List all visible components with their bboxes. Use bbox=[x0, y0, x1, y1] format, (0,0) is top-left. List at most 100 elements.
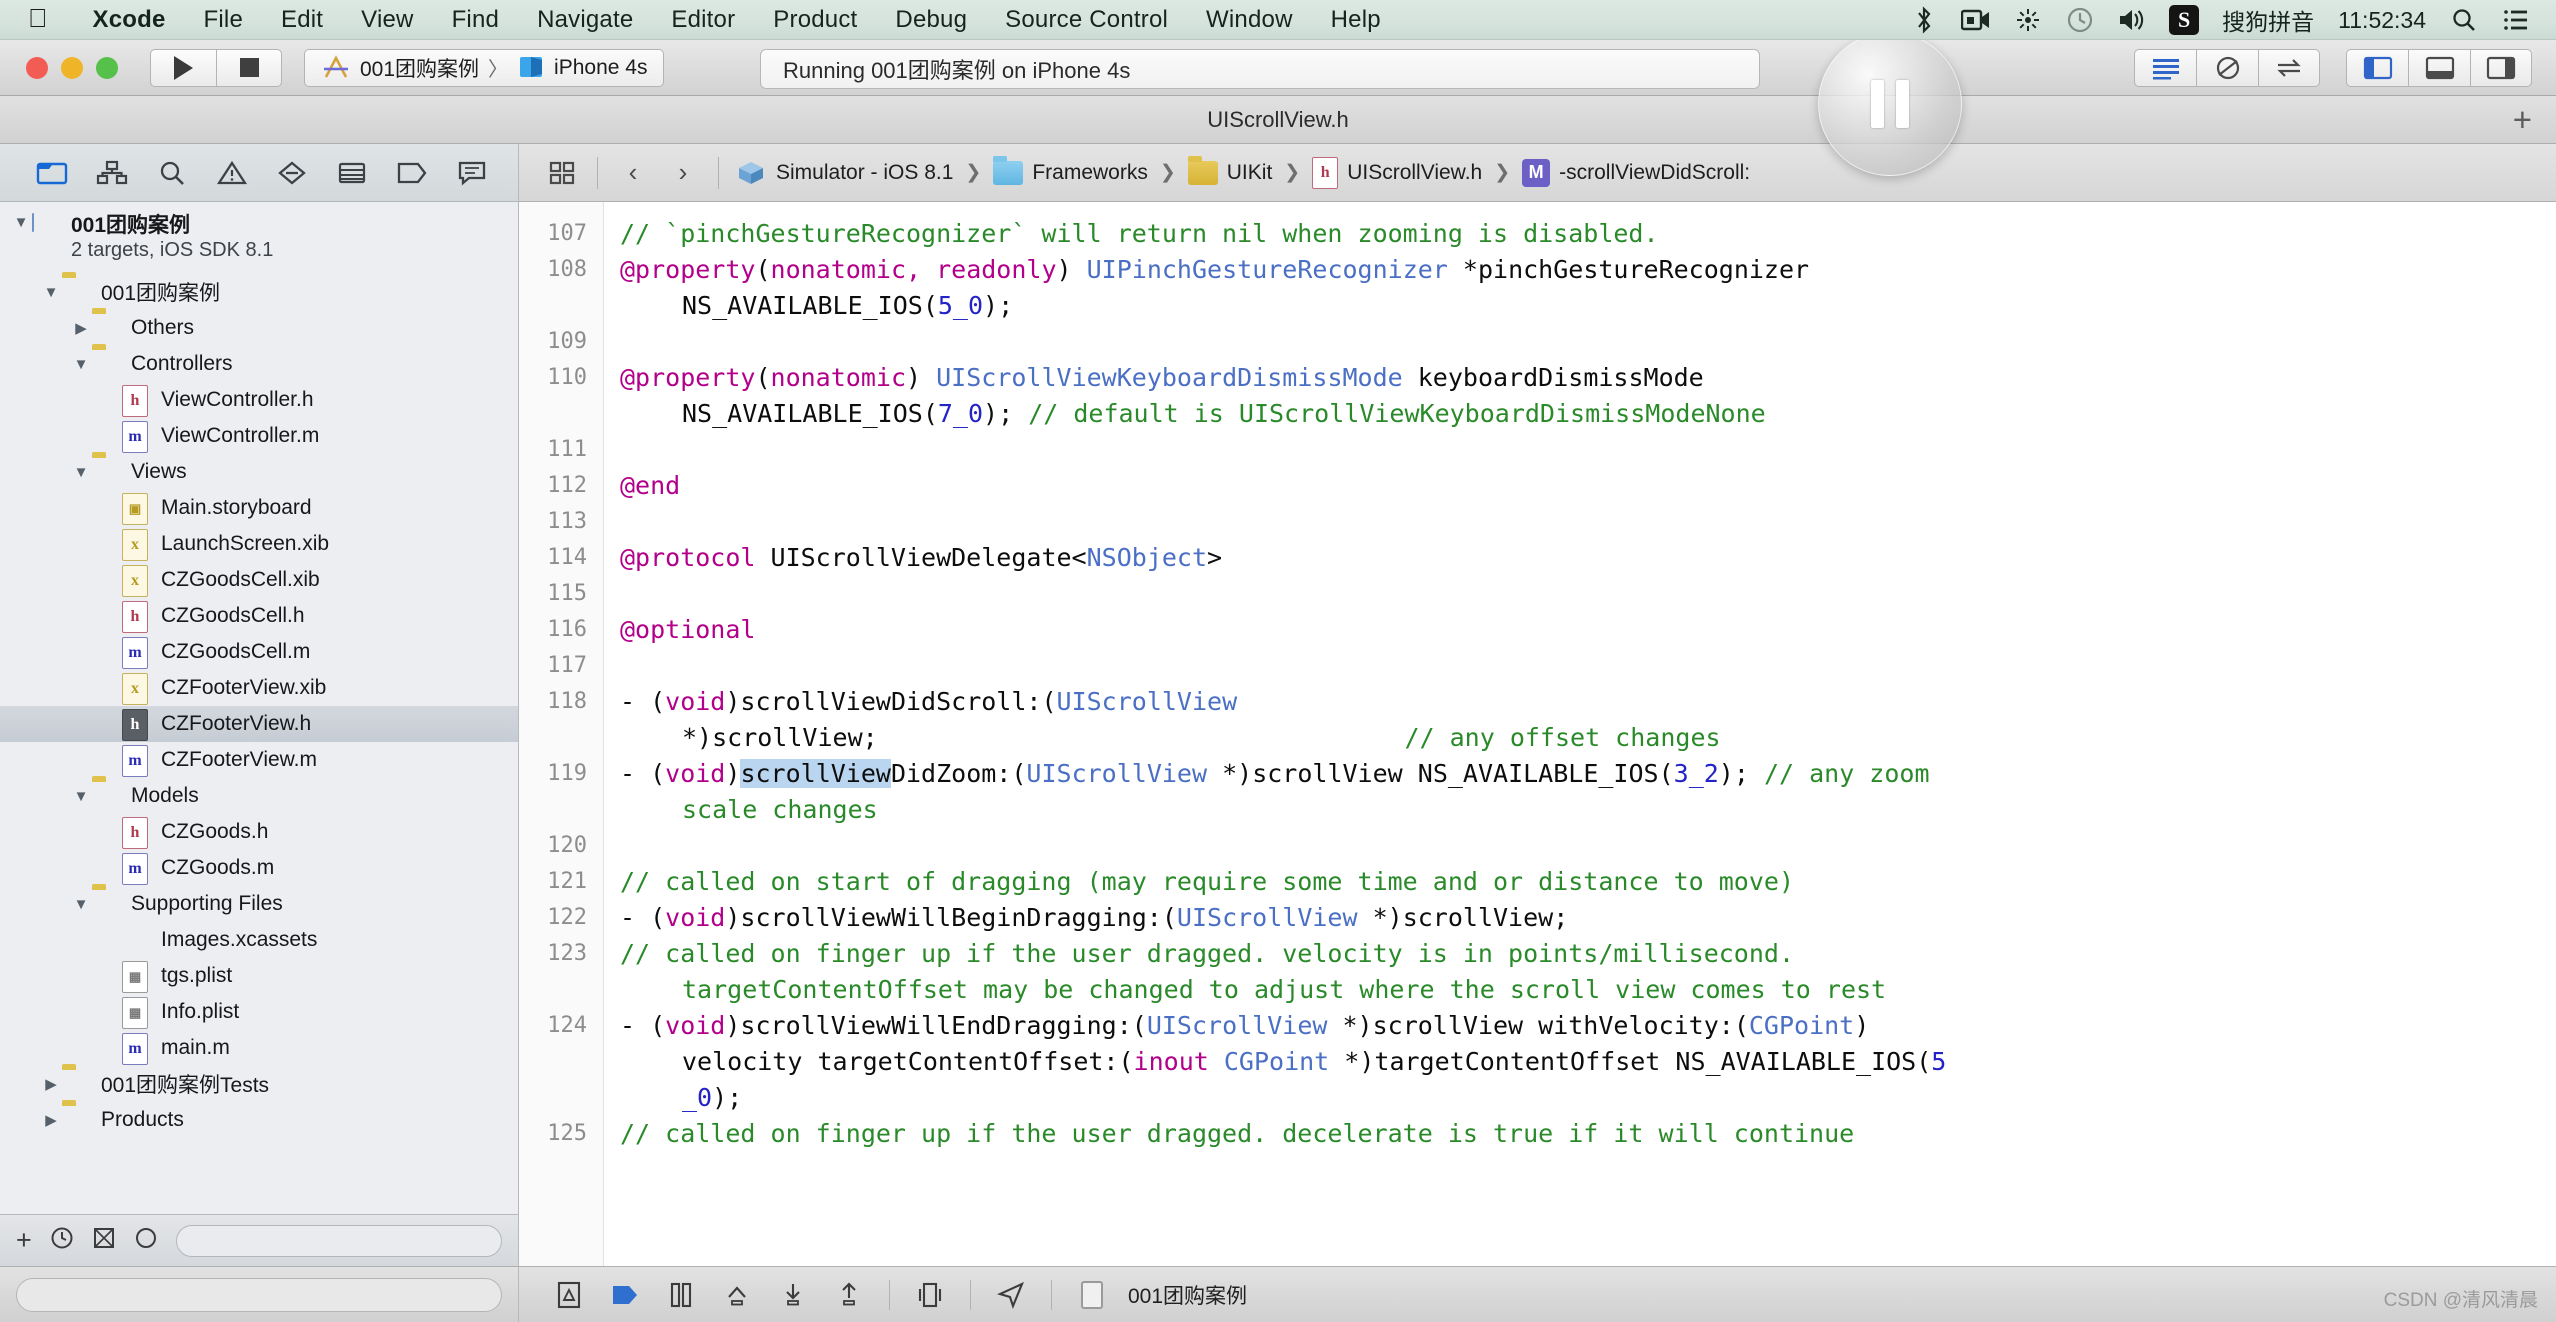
clock[interactable]: 11:52:34 bbox=[2326, 7, 2438, 34]
add-file-icon[interactable]: + bbox=[16, 1225, 32, 1256]
tree-row[interactable]: ▼ 001团购案例 2 targets, iOS SDK 8.1 bbox=[0, 212, 518, 274]
pause-icon[interactable] bbox=[653, 1273, 709, 1317]
screen-recording-icon[interactable] bbox=[1950, 0, 2002, 40]
step-into-icon[interactable] bbox=[765, 1273, 821, 1317]
menu-source-control[interactable]: Source Control bbox=[986, 6, 1187, 34]
disclosure-triangle[interactable]: ▼ bbox=[70, 464, 92, 481]
close-window-button[interactable] bbox=[26, 56, 48, 79]
tree-row[interactable]: h CZGoodsCell.h bbox=[0, 598, 518, 634]
sidebar-item-symbol-navigator[interactable] bbox=[82, 151, 142, 195]
code-line[interactable]: NS_AVAILABLE_IOS(5_0); bbox=[620, 288, 2556, 324]
code-line[interactable]: *)scrollView; // any offset changes bbox=[620, 720, 2556, 756]
menu-view[interactable]: View bbox=[342, 6, 432, 34]
code-line[interactable]: // `pinchGestureRecognizer` will return … bbox=[620, 216, 2556, 252]
simulate-location-icon[interactable] bbox=[983, 1273, 1039, 1317]
sidebar-item-test-navigator[interactable] bbox=[262, 151, 322, 195]
tree-row[interactable]: ▼ Views bbox=[0, 454, 518, 490]
breakpoint-icon[interactable] bbox=[541, 1273, 597, 1317]
standard-editor-button[interactable] bbox=[2134, 49, 2196, 87]
tree-row[interactable]: ▼ Supporting Files bbox=[0, 886, 518, 922]
tree-row[interactable]: m CZGoodsCell.m bbox=[0, 634, 518, 670]
stop-button[interactable] bbox=[216, 48, 282, 87]
code-line[interactable] bbox=[620, 324, 2556, 360]
toggle-debug-area-button[interactable] bbox=[2408, 49, 2470, 87]
menu-editor[interactable]: Editor bbox=[652, 6, 754, 34]
apple-logo-icon[interactable]:  bbox=[28, 5, 48, 31]
source-control-filter-icon[interactable] bbox=[92, 1226, 116, 1255]
breadcrumb-uikit[interactable]: UIKit bbox=[1182, 155, 1279, 185]
breadcrumb-file[interactable]: h UIScrollView.h bbox=[1306, 156, 1488, 189]
menu-edit[interactable]: Edit bbox=[262, 6, 342, 34]
code-line[interactable]: @property(nonatomic) UIScrollViewKeyboar… bbox=[620, 360, 2556, 396]
time-machine-icon[interactable] bbox=[2054, 0, 2106, 40]
navigate-back-button[interactable]: ‹ bbox=[608, 151, 658, 195]
code-line[interactable]: @property(nonatomic, readonly) UIPinchGe… bbox=[620, 252, 2556, 288]
code-line[interactable]: @end bbox=[620, 468, 2556, 504]
disclosure-triangle[interactable]: ▼ bbox=[70, 356, 92, 373]
scheme-selector[interactable]: 001团购案例 〉 iPhone 4s bbox=[304, 48, 665, 87]
disclosure-triangle[interactable]: ▼ bbox=[40, 284, 62, 301]
input-method-label[interactable]: 搜狗拼音 bbox=[2210, 3, 2326, 37]
breadcrumb-frameworks[interactable]: Frameworks bbox=[987, 155, 1154, 185]
tree-row[interactable]: x LaunchScreen.xib bbox=[0, 526, 518, 562]
code-line[interactable]: _0); bbox=[620, 1080, 2556, 1116]
menu-file[interactable]: File bbox=[185, 6, 262, 34]
code-line[interactable] bbox=[620, 648, 2556, 684]
recent-files-filter-icon[interactable] bbox=[50, 1226, 74, 1255]
disclosure-triangle[interactable]: ▼ bbox=[70, 788, 92, 805]
tree-row[interactable]: ▶ Products bbox=[0, 1102, 518, 1138]
add-editor-button[interactable]: + bbox=[2513, 103, 2532, 136]
bluetooth-icon[interactable] bbox=[1898, 0, 1950, 40]
tree-row[interactable]: m ViewController.m bbox=[0, 418, 518, 454]
tree-row[interactable]: x CZFooterView.xib bbox=[0, 670, 518, 706]
run-button[interactable] bbox=[150, 48, 216, 87]
volume-icon[interactable] bbox=[2106, 0, 2158, 40]
breadcrumb-method[interactable]: M -scrollViewDidScroll: bbox=[1516, 158, 1756, 187]
code-line[interactable]: - (void)scrollViewWillBeginDragging:(UIS… bbox=[620, 900, 2556, 936]
debug-filter-input[interactable] bbox=[16, 1277, 502, 1312]
unsaved-filter-icon[interactable] bbox=[134, 1226, 158, 1255]
code-line[interactable]: velocity targetContentOffset:(inout CGPo… bbox=[620, 1044, 2556, 1080]
disclosure-triangle[interactable]: ▼ bbox=[70, 896, 92, 913]
notification-center-icon[interactable] bbox=[2490, 0, 2542, 40]
input-method-badge[interactable]: S bbox=[2158, 0, 2210, 40]
minimize-window-button[interactable] bbox=[61, 56, 83, 79]
menu-product[interactable]: Product bbox=[754, 6, 876, 34]
navigate-forward-button[interactable]: › bbox=[658, 151, 708, 195]
sidebar-item-report-navigator[interactable] bbox=[442, 151, 502, 195]
sidebar-item-issue-navigator[interactable] bbox=[202, 151, 262, 195]
tree-row[interactable]: ▶ 001团购案例Tests bbox=[0, 1066, 518, 1102]
zoom-window-button[interactable] bbox=[96, 56, 118, 79]
view-hierarchy-icon[interactable] bbox=[902, 1273, 958, 1317]
version-editor-button[interactable] bbox=[2258, 49, 2320, 87]
step-out-icon[interactable] bbox=[821, 1273, 877, 1317]
code-line[interactable] bbox=[620, 828, 2556, 864]
tree-row[interactable]: ▶ Others bbox=[0, 310, 518, 346]
tree-row[interactable]: x CZGoodsCell.xib bbox=[0, 562, 518, 598]
menu-help[interactable]: Help bbox=[1312, 6, 1400, 34]
scheme-thumb-icon[interactable] bbox=[1064, 1273, 1120, 1317]
assistant-editor-button[interactable] bbox=[2196, 49, 2258, 87]
tree-row[interactable]: ▼ Controllers bbox=[0, 346, 518, 382]
tree-row[interactable]: m CZGoods.m bbox=[0, 850, 518, 886]
menu-window[interactable]: Window bbox=[1187, 6, 1312, 34]
code-line[interactable]: @protocol UIScrollViewDelegate<NSObject> bbox=[620, 540, 2556, 576]
code-line[interactable] bbox=[620, 432, 2556, 468]
tree-row[interactable]: ▼ Models bbox=[0, 778, 518, 814]
sidebar-item-debug-navigator[interactable] bbox=[322, 151, 382, 195]
tree-row[interactable]: ▼ 001团购案例 bbox=[0, 274, 518, 310]
disclosure-triangle[interactable]: ▶ bbox=[70, 319, 92, 337]
disclosure-triangle[interactable]: ▶ bbox=[40, 1111, 62, 1129]
source-editor[interactable]: 107 108 109 110 111 112 113 114 115 116 117 118 119 1… bbox=[519, 202, 2556, 1266]
menu-navigate[interactable]: Navigate bbox=[518, 6, 652, 34]
code-line[interactable]: - (void)scrollViewDidZoom:(UIScrollView … bbox=[620, 756, 2556, 792]
code-line[interactable]: // called on finger up if the user dragg… bbox=[620, 1116, 2556, 1152]
menu-find[interactable]: Find bbox=[433, 6, 519, 34]
tree-row[interactable]: ▣ Main.storyboard bbox=[0, 490, 518, 526]
code-line[interactable] bbox=[620, 576, 2556, 612]
breadcrumb-simulator[interactable]: Simulator - iOS 8.1 bbox=[729, 159, 959, 187]
related-items-button[interactable] bbox=[537, 151, 587, 195]
code-line[interactable]: - (void)scrollViewWillEndDragging:(UIScr… bbox=[620, 1008, 2556, 1044]
disclosure-triangle[interactable]: ▶ bbox=[40, 1075, 62, 1093]
sidebar-item-breakpoint-navigator[interactable] bbox=[382, 151, 442, 195]
